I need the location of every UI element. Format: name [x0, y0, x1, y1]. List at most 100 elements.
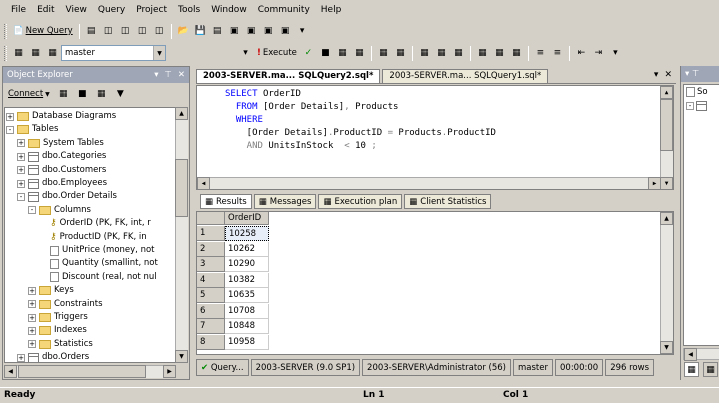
horizontal-scrollbar[interactable]: ◀ ▶	[197, 177, 661, 189]
tree-item[interactable]: Quantity (smallint, not	[39, 257, 158, 270]
scroll-up-icon[interactable]: ▲	[660, 86, 673, 99]
grid-cell[interactable]: 10958	[225, 334, 269, 350]
query-options-icon[interactable]: ▦	[376, 46, 391, 61]
tree-item[interactable]: ⚷ ProductID (PK, FK, in	[39, 231, 147, 244]
pin-icon[interactable]: ⊤	[164, 70, 171, 80]
menu-edit[interactable]: Edit	[32, 1, 59, 19]
grid-cell[interactable]: 10848	[225, 319, 269, 334]
solution-explorer-tab-icon[interactable]: ▦	[684, 362, 699, 377]
row-header[interactable]: 1	[197, 226, 225, 241]
object-explorer-icon[interactable]: ▣	[244, 24, 259, 39]
collapse-icon[interactable]: -	[17, 192, 25, 201]
menu-project[interactable]: Project	[131, 1, 172, 19]
template-explorer-icon[interactable]: ▣	[261, 24, 276, 39]
expand-icon[interactable]: +	[17, 179, 25, 188]
tree-item[interactable]: UnitPrice (money, not	[39, 244, 155, 257]
results-grid[interactable]: OrderID 1 10258 2 10262 3 10290 4 10382 5 10635 6 1…	[196, 211, 674, 355]
tree-item[interactable]: + dbo.Employees	[17, 177, 107, 190]
grid-cell[interactable]: 10635	[225, 288, 269, 303]
tree-item[interactable]: - dbo.Order Details	[17, 190, 117, 203]
comment-icon[interactable]: ≡	[533, 46, 548, 61]
menu-view[interactable]: View	[61, 1, 92, 19]
expand-icon[interactable]: +	[28, 300, 36, 309]
client-statistics-icon[interactable]: ▦	[492, 46, 507, 61]
chevron-down-icon[interactable]: ▾	[238, 46, 253, 61]
collapse-icon[interactable]: -	[28, 206, 36, 215]
row-header[interactable]: 6	[197, 303, 225, 319]
row-header[interactable]: 2	[197, 241, 225, 257]
expand-icon[interactable]: +	[6, 112, 14, 121]
toolbar-overflow-icon[interactable]: ▾	[608, 46, 623, 61]
uncomment-icon[interactable]: ≡	[550, 46, 565, 61]
design-query-icon[interactable]: ▦	[352, 46, 367, 61]
display-plan-icon[interactable]: ▦	[335, 46, 350, 61]
results-to-text-icon[interactable]: ▦	[417, 46, 432, 61]
menu-file[interactable]: File	[6, 1, 31, 19]
row-header[interactable]: 4	[197, 272, 225, 288]
expand-icon[interactable]: +	[17, 139, 25, 148]
new-file-icon[interactable]: ▤	[84, 24, 99, 39]
vertical-scrollbar[interactable]: ▲ ▼	[660, 212, 673, 354]
scroll-thumb[interactable]	[660, 99, 673, 151]
change-connection-icon[interactable]: ▦	[28, 46, 43, 61]
tree-item[interactable]: + Keys	[28, 284, 74, 297]
expand-icon[interactable]: +	[17, 166, 25, 175]
expand-icon[interactable]: +	[17, 353, 25, 362]
horizontal-scrollbar[interactable]: ◀ ▶	[4, 365, 176, 378]
disconnect-icon[interactable]: ▦	[56, 87, 71, 102]
scroll-thumb[interactable]	[175, 159, 188, 217]
grid-cell[interactable]: 10258	[225, 226, 269, 241]
close-icon[interactable]: ✕	[664, 70, 672, 80]
tree-item[interactable]: + dbo.Customers	[17, 164, 106, 177]
vertical-scrollbar[interactable]: ▲ ▼	[660, 86, 673, 189]
horizontal-scrollbar[interactable]: ◀	[683, 348, 719, 361]
results-to-grid-icon[interactable]: ▦	[434, 46, 449, 61]
analysis-query-icon[interactable]: ◫	[118, 24, 133, 39]
refresh-icon[interactable]: ▦	[94, 87, 109, 102]
toolbar-grip[interactable]	[4, 23, 7, 39]
expand-icon[interactable]: +	[28, 340, 36, 349]
menu-tools[interactable]: Tools	[173, 1, 205, 19]
scroll-down-icon[interactable]: ▼	[660, 341, 673, 354]
tree-item[interactable]: + dbo.Categories	[17, 150, 106, 163]
tab-sqlquery2[interactable]: 2003-SERVER.ma... SQLQuery2.sql*	[196, 69, 381, 83]
database-engine-query-icon[interactable]: ◫	[101, 24, 116, 39]
expand-icon[interactable]: +	[28, 286, 36, 295]
decrease-indent-icon[interactable]: ⇤	[574, 46, 589, 61]
save-icon[interactable]: 💾	[193, 24, 208, 39]
intellisense-icon[interactable]: ▦	[393, 46, 408, 61]
tab-client-statistics[interactable]: ▦ Client Statistics	[404, 194, 492, 209]
vertical-scrollbar[interactable]: ▲ ▼	[175, 107, 188, 363]
tab-execution-plan[interactable]: ▦ Execution plan	[318, 194, 403, 209]
tree-item[interactable]: + Statistics	[28, 338, 93, 351]
results-to-file-icon[interactable]: ▦	[451, 46, 466, 61]
scroll-right-icon[interactable]: ▶	[163, 365, 176, 378]
available-databases-select[interactable]: master ▼	[61, 45, 166, 61]
expand-icon[interactable]: +	[28, 313, 36, 322]
sql-code-editor[interactable]: SELECT OrderID FROM [Order Details], Pro…	[196, 85, 674, 190]
sqlcmd-mode-icon[interactable]: ▦	[509, 46, 524, 61]
close-icon[interactable]: ✕	[178, 70, 185, 80]
tree-item[interactable]: + Database Diagrams	[6, 110, 116, 123]
tree-item[interactable]: + Constraints	[28, 298, 103, 311]
tree-item[interactable]: + Triggers	[28, 311, 88, 324]
tree-item[interactable]: Discount (real, not nul	[39, 271, 157, 284]
cancel-query-icon[interactable]: ■	[318, 46, 333, 61]
properties-tab-icon[interactable]: ▦	[703, 362, 718, 377]
new-query-button[interactable]: 📄 New Query	[10, 23, 76, 39]
grid-cell[interactable]: 10290	[225, 257, 269, 272]
scroll-up-icon[interactable]: ▲	[660, 212, 673, 225]
connect-icon[interactable]: ▦	[11, 46, 26, 61]
row-header[interactable]: 8	[197, 334, 225, 350]
window-position-icon[interactable]: ▾ ⊤	[685, 69, 699, 79]
toolbar-grip[interactable]	[4, 45, 7, 61]
grid-corner[interactable]	[197, 212, 225, 225]
window-position-icon[interactable]: ▾	[154, 70, 158, 80]
scroll-left-icon[interactable]: ◀	[684, 348, 697, 361]
tree-item[interactable]: + System Tables	[17, 137, 104, 150]
menu-query[interactable]: Query	[93, 1, 130, 19]
menu-help[interactable]: Help	[316, 1, 347, 19]
connect-button[interactable]: Connect ▼	[5, 86, 53, 102]
execute-button[interactable]: ! Execute	[254, 45, 300, 61]
scroll-right-icon[interactable]: ▶	[648, 177, 661, 189]
